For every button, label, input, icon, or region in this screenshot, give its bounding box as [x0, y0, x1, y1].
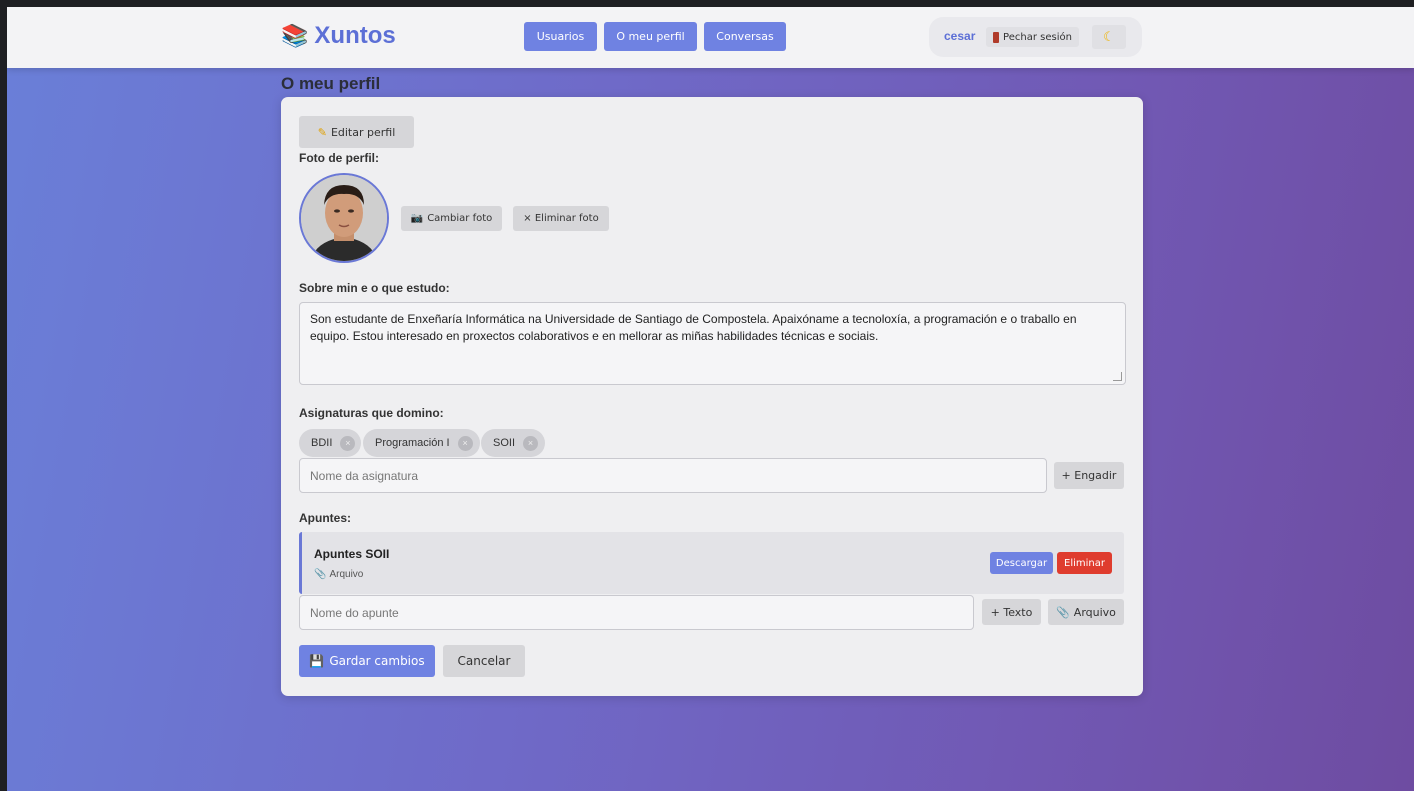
theme-toggle-button[interactable]: ☾	[1092, 25, 1126, 49]
username-link[interactable]: cesar	[944, 29, 975, 43]
subject-chip: Programación I ×	[363, 429, 480, 457]
save-changes-button[interactable]: 💾 Gardar cambios	[299, 645, 435, 677]
notes-label: Apuntes:	[299, 511, 351, 525]
brand-name: Xuntos	[314, 22, 396, 49]
about-textarea[interactable]: Son estudante de Enxeñaría Informática n…	[299, 302, 1126, 385]
subject-chip-label: BDII	[311, 437, 333, 449]
floppy-icon: 💾	[309, 654, 325, 668]
change-photo-label: Cambiar foto	[427, 213, 493, 224]
user-menu: cesar Pechar sesión ☾	[929, 17, 1142, 57]
delete-photo-button[interactable]: × Eliminar foto	[513, 206, 609, 231]
note-title: Apuntes SOII	[314, 547, 390, 561]
note-name-input[interactable]	[299, 595, 974, 630]
pencil-icon: ✎	[317, 125, 327, 139]
profile-card: ✎ Editar perfil Foto de perfil: 📷 Cambia…	[281, 97, 1143, 696]
logout-label: Pechar sesión	[1003, 31, 1072, 43]
save-label: Gardar cambios	[329, 654, 425, 668]
subject-name-input[interactable]	[299, 458, 1047, 493]
page-title: O meu perfil	[281, 74, 381, 93]
subject-chip: SOII ×	[481, 429, 545, 457]
door-icon	[993, 31, 1000, 43]
subject-chip: BDII ×	[299, 429, 361, 457]
paperclip-icon: 📎	[314, 569, 327, 580]
edit-profile-label: Editar perfil	[330, 125, 396, 139]
about-text: Son estudante de Enxeñaría Informática n…	[310, 312, 1077, 343]
photo-label: Foto de perfil:	[299, 151, 379, 165]
subject-chip-label: Programación I	[375, 437, 450, 449]
avatar	[299, 173, 389, 263]
add-text-note-button[interactable]: + Texto	[982, 599, 1041, 625]
nav-profile-button[interactable]: O meu perfil	[604, 22, 697, 51]
remove-chip-icon[interactable]: ×	[340, 435, 356, 451]
nav-conversas-button[interactable]: Conversas	[704, 22, 786, 51]
note-type: Arquivo	[329, 569, 364, 580]
subjects-label: Asignaturas que domino:	[299, 406, 444, 420]
logout-button[interactable]: Pechar sesión	[986, 27, 1079, 47]
camera-icon: 📷	[410, 213, 424, 224]
brand-logo[interactable]: 📚 Xuntos	[281, 21, 396, 51]
add-subject-button[interactable]: + Engadir	[1054, 462, 1124, 489]
delete-note-button[interactable]: Eliminar	[1057, 552, 1112, 574]
nav-usuarios-button[interactable]: Usuarios	[524, 22, 597, 51]
books-icon: 📚	[281, 23, 309, 48]
top-navbar: 📚 Xuntos Usuarios O meu perfil Conversas…	[7, 7, 1414, 68]
cancel-button[interactable]: Cancelar	[443, 645, 525, 677]
remove-chip-icon[interactable]: ×	[523, 435, 539, 451]
about-label: Sobre min e o que estudo:	[299, 281, 450, 295]
note-meta: 📎 Arquivo	[314, 569, 363, 580]
moon-icon: ☾	[1103, 29, 1115, 44]
resize-handle[interactable]	[1113, 372, 1122, 381]
edit-profile-button[interactable]: ✎ Editar perfil	[299, 116, 414, 148]
avatar-photo	[301, 175, 387, 261]
app-background: 📚 Xuntos Usuarios O meu perfil Conversas…	[7, 7, 1414, 791]
add-file-label: Arquivo	[1073, 605, 1116, 619]
subject-chip-label: SOII	[493, 437, 516, 449]
note-item: Apuntes SOII 📎 Arquivo Descargar Elimina…	[299, 532, 1124, 594]
add-file-note-button[interactable]: 📎 Arquivo	[1048, 599, 1124, 625]
remove-chip-icon[interactable]: ×	[457, 435, 473, 451]
download-note-button[interactable]: Descargar	[990, 552, 1053, 574]
change-photo-button[interactable]: 📷 Cambiar foto	[401, 206, 502, 231]
paperclip-icon: 📎	[1056, 605, 1070, 619]
